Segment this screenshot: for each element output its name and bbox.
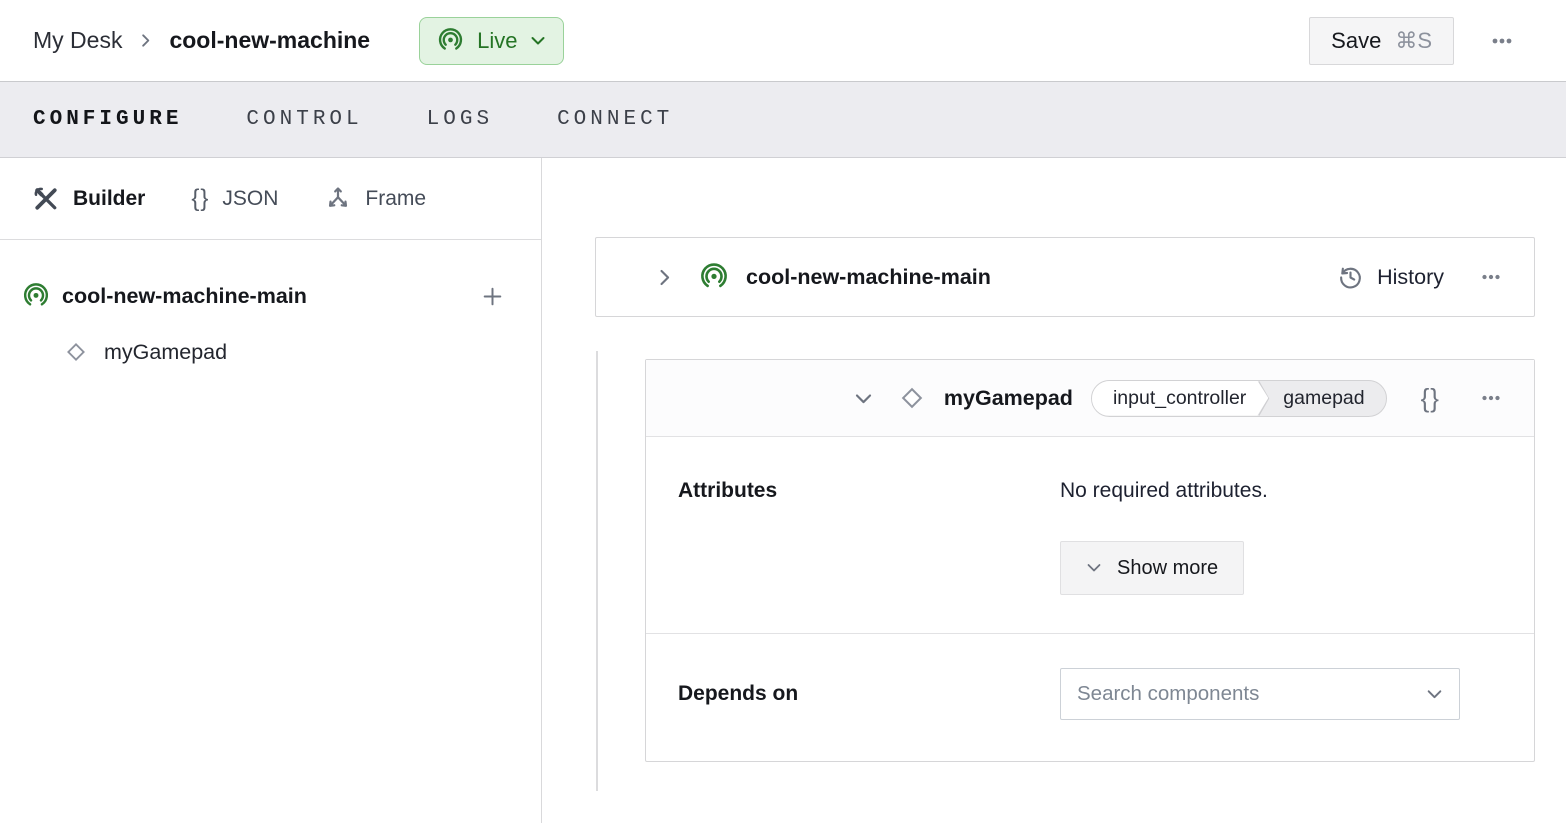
broadcast-icon xyxy=(22,282,50,310)
component-type-badge: input_controller gamepad xyxy=(1091,380,1387,417)
tree-connector-line xyxy=(596,351,598,791)
show-more-button[interactable]: Show more xyxy=(1060,541,1244,595)
tab-connect[interactable]: CONNECT xyxy=(557,108,673,131)
broadcast-icon xyxy=(437,27,464,54)
expand-machine-card-button[interactable] xyxy=(655,268,674,287)
tree-item-component-label: myGamepad xyxy=(104,340,227,365)
topbar-actions: Save ⌘S xyxy=(1309,17,1520,65)
chevron-down-icon[interactable] xyxy=(1426,686,1443,703)
topbar-overflow-menu-button[interactable] xyxy=(1484,23,1520,59)
save-shortcut-hint: ⌘S xyxy=(1395,28,1432,54)
depends-on-label: Depends on xyxy=(678,681,1060,707)
chevron-down-icon xyxy=(1086,560,1102,576)
view-tab-frame[interactable]: Frame xyxy=(324,185,426,213)
depends-on-search-select xyxy=(1060,668,1460,720)
history-clock-icon xyxy=(1337,264,1364,291)
configure-main-panel: cool-new-machine-main History xyxy=(542,158,1566,823)
history-button[interactable]: History xyxy=(1337,264,1444,291)
component-card-title: myGamepad xyxy=(944,386,1073,411)
live-status-button[interactable]: Live xyxy=(419,17,564,65)
breadcrumb: My Desk cool-new-machine xyxy=(33,27,370,54)
view-tab-frame-label: Frame xyxy=(365,187,426,211)
component-diamond-icon xyxy=(63,339,89,365)
breadcrumb-parent-link[interactable]: My Desk xyxy=(33,27,122,54)
component-card-header: myGamepad input_controller gamepad {} xyxy=(646,360,1534,437)
tabbar: CONFIGURE CONTROL LOGS CONNECT xyxy=(0,82,1566,158)
tree-item-component[interactable]: myGamepad xyxy=(0,328,541,376)
add-component-button[interactable] xyxy=(476,280,509,313)
braces-icon: {} xyxy=(191,185,209,213)
tree-item-machine-part[interactable]: cool-new-machine-main xyxy=(0,270,541,322)
tools-icon xyxy=(32,185,60,213)
broadcast-icon xyxy=(699,262,729,292)
depends-on-section: Depends on xyxy=(646,634,1534,761)
component-card: myGamepad input_controller gamepad {} At… xyxy=(645,359,1535,762)
collapse-component-card-button[interactable] xyxy=(854,389,873,408)
machine-part-card: cool-new-machine-main History xyxy=(595,237,1535,317)
live-status-label: Live xyxy=(477,28,517,54)
configure-sidebar: Builder {} JSON Frame xyxy=(0,158,542,823)
view-tab-builder-label: Builder xyxy=(73,187,145,211)
component-type-label: input_controller xyxy=(1092,381,1268,416)
view-tab-json-label: JSON xyxy=(222,187,278,211)
tab-control[interactable]: CONTROL xyxy=(246,108,362,131)
view-tab-builder[interactable]: Builder xyxy=(32,185,145,213)
component-diamond-icon xyxy=(897,383,927,413)
machine-card-menu-button[interactable] xyxy=(1474,260,1508,294)
machine-tree: cool-new-machine-main myGamepad xyxy=(0,240,541,376)
show-more-button-label: Show more xyxy=(1117,557,1218,580)
topbar: My Desk cool-new-machine Live Save ⌘S xyxy=(0,0,1566,82)
attributes-label: Attributes xyxy=(678,478,1060,595)
edit-json-button[interactable]: {} xyxy=(1417,379,1444,418)
frame-axes-icon xyxy=(324,185,352,213)
view-tab-json[interactable]: {} JSON xyxy=(191,185,278,213)
view-switcher: Builder {} JSON Frame xyxy=(0,158,541,240)
history-button-label: History xyxy=(1377,265,1444,290)
tab-logs[interactable]: LOGS xyxy=(427,108,493,131)
depends-on-search-input[interactable] xyxy=(1077,682,1426,706)
component-model-label: gamepad xyxy=(1270,387,1385,410)
component-card-menu-button[interactable] xyxy=(1474,381,1508,415)
tab-configure[interactable]: CONFIGURE xyxy=(33,108,182,131)
save-button-label: Save xyxy=(1331,28,1381,54)
chevron-right-icon xyxy=(138,33,153,48)
save-button[interactable]: Save ⌘S xyxy=(1309,17,1454,65)
machine-part-card-title: cool-new-machine-main xyxy=(746,265,991,290)
chevron-down-icon xyxy=(530,33,546,49)
breadcrumb-machine-name: cool-new-machine xyxy=(169,27,370,54)
content-area: Builder {} JSON Frame xyxy=(0,158,1566,823)
tree-item-machine-part-label: cool-new-machine-main xyxy=(62,284,307,309)
attributes-section: Attributes No required attributes. Show … xyxy=(646,437,1534,634)
attributes-empty-text: No required attributes. xyxy=(1060,478,1502,504)
